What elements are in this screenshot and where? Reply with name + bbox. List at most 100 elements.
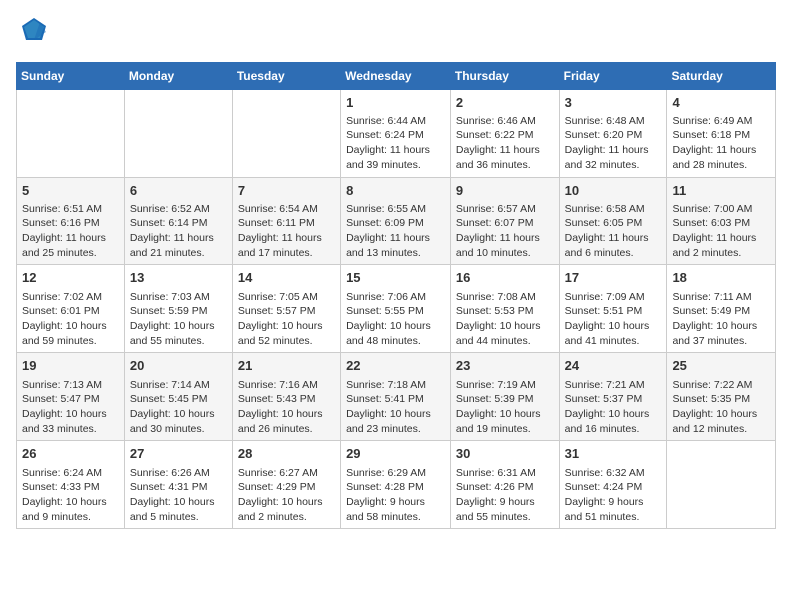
cell-content: Sunrise: 6:49 AM Sunset: 6:18 PM Dayligh… [672,114,770,173]
calendar-week-3: 12Sunrise: 7:02 AM Sunset: 6:01 PM Dayli… [17,265,776,353]
cell-content: Sunrise: 6:57 AM Sunset: 6:07 PM Dayligh… [456,202,554,261]
cell-content: Sunrise: 7:16 AM Sunset: 5:43 PM Dayligh… [238,378,335,437]
calendar-cell: 6 Sunrise: 6:52 AM Sunset: 6:14 PM Daylig… [124,177,232,265]
day-number: 4 [672,94,770,112]
calendar-cell [667,441,776,529]
weekday-header-friday: Friday [559,62,667,89]
weekday-header-tuesday: Tuesday [232,62,340,89]
calendar-week-1: 1 Sunrise: 6:44 AM Sunset: 6:24 PM Daylig… [17,89,776,177]
calendar-cell: 17 Sunrise: 7:09 AM Sunset: 5:51 PM Dayli… [559,265,667,353]
day-number: 9 [456,182,554,200]
calendar-cell: 30 Sunrise: 6:31 AM Sunset: 4:26 PM Dayli… [450,441,559,529]
calendar-cell: 9 Sunrise: 6:57 AM Sunset: 6:07 PM Daylig… [450,177,559,265]
day-number: 22 [346,357,445,375]
cell-content: Sunrise: 6:58 AM Sunset: 6:05 PM Dayligh… [565,202,662,261]
calendar-cell: 28 Sunrise: 6:27 AM Sunset: 4:29 PM Dayli… [232,441,340,529]
calendar-cell: 23 Sunrise: 7:19 AM Sunset: 5:39 PM Dayli… [450,353,559,441]
calendar-cell: 7 Sunrise: 6:54 AM Sunset: 6:11 PM Daylig… [232,177,340,265]
cell-content: Sunrise: 7:08 AM Sunset: 5:53 PM Dayligh… [456,290,554,349]
day-number: 18 [672,269,770,287]
calendar-week-4: 19 Sunrise: 7:13 AM Sunset: 5:47 PM Dayli… [17,353,776,441]
calendar-cell: 20 Sunrise: 7:14 AM Sunset: 5:45 PM Dayli… [124,353,232,441]
calendar-cell: 24 Sunrise: 7:21 AM Sunset: 5:37 PM Dayli… [559,353,667,441]
calendar-cell: 29 Sunrise: 6:29 AM Sunset: 4:28 PM Dayli… [341,441,451,529]
cell-content: Sunrise: 7:19 AM Sunset: 5:39 PM Dayligh… [456,378,554,437]
day-number: 26 [22,445,119,463]
cell-content: Sunrise: 6:31 AM Sunset: 4:26 PM Dayligh… [456,466,554,525]
cell-content: Sunrise: 6:27 AM Sunset: 4:29 PM Dayligh… [238,466,335,525]
cell-content: Sunrise: 6:24 AM Sunset: 4:33 PM Dayligh… [22,466,119,525]
calendar-cell: 4 Sunrise: 6:49 AM Sunset: 6:18 PM Daylig… [667,89,776,177]
day-number: 31 [565,445,662,463]
day-number: 20 [130,357,227,375]
calendar-cell [17,89,125,177]
page-header [16,16,776,50]
day-number: 24 [565,357,662,375]
calendar-cell: 1 Sunrise: 6:44 AM Sunset: 6:24 PM Daylig… [341,89,451,177]
cell-content: Sunrise: 7:00 AM Sunset: 6:03 PM Dayligh… [672,202,770,261]
weekday-header-sunday: Sunday [17,62,125,89]
calendar-cell: 10Sunrise: 6:58 AM Sunset: 6:05 PM Dayli… [559,177,667,265]
day-number: 23 [456,357,554,375]
day-number: 21 [238,357,335,375]
cell-content: Sunrise: 7:18 AM Sunset: 5:41 PM Dayligh… [346,378,445,437]
day-number: 3 [565,94,662,112]
cell-content: Sunrise: 7:09 AM Sunset: 5:51 PM Dayligh… [565,290,662,349]
calendar-cell: 25 Sunrise: 7:22 AM Sunset: 5:35 PM Dayli… [667,353,776,441]
cell-content: Sunrise: 6:55 AM Sunset: 6:09 PM Dayligh… [346,202,445,261]
calendar-cell: 8 Sunrise: 6:55 AM Sunset: 6:09 PM Daylig… [341,177,451,265]
calendar-cell: 26 Sunrise: 6:24 AM Sunset: 4:33 PM Dayli… [17,441,125,529]
cell-content: Sunrise: 7:13 AM Sunset: 5:47 PM Dayligh… [22,378,119,437]
day-number: 30 [456,445,554,463]
day-number: 6 [130,182,227,200]
day-number: 17 [565,269,662,287]
cell-content: Sunrise: 7:05 AM Sunset: 5:57 PM Dayligh… [238,290,335,349]
calendar-cell: 12Sunrise: 7:02 AM Sunset: 6:01 PM Dayli… [17,265,125,353]
cell-content: Sunrise: 7:21 AM Sunset: 5:37 PM Dayligh… [565,378,662,437]
weekday-header-saturday: Saturday [667,62,776,89]
day-number: 28 [238,445,335,463]
calendar-cell: 22 Sunrise: 7:18 AM Sunset: 5:41 PM Dayli… [341,353,451,441]
calendar-cell: 14 Sunrise: 7:05 AM Sunset: 5:57 PM Dayli… [232,265,340,353]
day-number: 19 [22,357,119,375]
calendar-cell: 11Sunrise: 7:00 AM Sunset: 6:03 PM Dayli… [667,177,776,265]
calendar-body: 1 Sunrise: 6:44 AM Sunset: 6:24 PM Daylig… [17,89,776,529]
calendar-cell: 16 Sunrise: 7:08 AM Sunset: 5:53 PM Dayli… [450,265,559,353]
logo-icon [20,16,48,44]
calendar-cell: 21 Sunrise: 7:16 AM Sunset: 5:43 PM Dayli… [232,353,340,441]
cell-content: Sunrise: 6:46 AM Sunset: 6:22 PM Dayligh… [456,114,554,173]
day-number: 14 [238,269,335,287]
cell-content: Sunrise: 6:26 AM Sunset: 4:31 PM Dayligh… [130,466,227,525]
weekday-header-thursday: Thursday [450,62,559,89]
day-number: 16 [456,269,554,287]
cell-content: Sunrise: 6:29 AM Sunset: 4:28 PM Dayligh… [346,466,445,525]
day-number: 8 [346,182,445,200]
cell-content: Sunrise: 7:11 AM Sunset: 5:49 PM Dayligh… [672,290,770,349]
calendar-cell [124,89,232,177]
day-number: 1 [346,94,445,112]
weekday-header-monday: Monday [124,62,232,89]
cell-content: Sunrise: 6:44 AM Sunset: 6:24 PM Dayligh… [346,114,445,173]
day-number: 29 [346,445,445,463]
calendar-cell: 2 Sunrise: 6:46 AM Sunset: 6:22 PM Daylig… [450,89,559,177]
logo [16,16,48,50]
calendar-cell: 31Sunrise: 6:32 AM Sunset: 4:24 PM Dayli… [559,441,667,529]
day-number: 13 [130,269,227,287]
day-number: 5 [22,182,119,200]
cell-content: Sunrise: 6:52 AM Sunset: 6:14 PM Dayligh… [130,202,227,261]
weekday-header-wednesday: Wednesday [341,62,451,89]
calendar-cell [232,89,340,177]
day-number: 7 [238,182,335,200]
day-number: 27 [130,445,227,463]
day-number: 15 [346,269,445,287]
cell-content: Sunrise: 6:51 AM Sunset: 6:16 PM Dayligh… [22,202,119,261]
day-number: 25 [672,357,770,375]
cell-content: Sunrise: 6:54 AM Sunset: 6:11 PM Dayligh… [238,202,335,261]
cell-content: Sunrise: 7:22 AM Sunset: 5:35 PM Dayligh… [672,378,770,437]
calendar-week-2: 5 Sunrise: 6:51 AM Sunset: 6:16 PM Daylig… [17,177,776,265]
day-number: 2 [456,94,554,112]
cell-content: Sunrise: 7:06 AM Sunset: 5:55 PM Dayligh… [346,290,445,349]
cell-content: Sunrise: 7:02 AM Sunset: 6:01 PM Dayligh… [22,290,119,349]
cell-content: Sunrise: 7:14 AM Sunset: 5:45 PM Dayligh… [130,378,227,437]
calendar-week-5: 26 Sunrise: 6:24 AM Sunset: 4:33 PM Dayli… [17,441,776,529]
